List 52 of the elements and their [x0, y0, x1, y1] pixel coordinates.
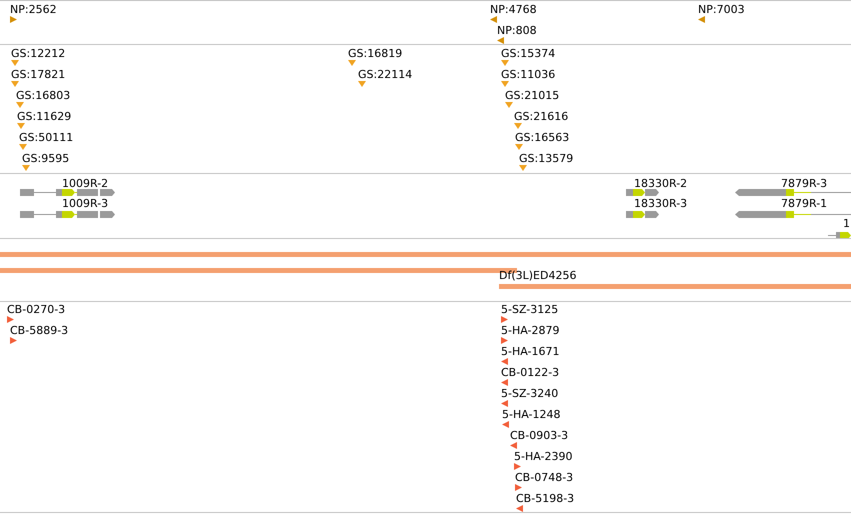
feature-label: GS:16563: [515, 132, 570, 143]
feature-label: CB-0270-3: [7, 304, 66, 315]
gene-label: 7879R-3: [781, 179, 828, 189]
down-triangle-icon: [16, 102, 24, 108]
feature-label: GS:50111: [19, 132, 74, 143]
down-triangle-icon: [514, 123, 522, 129]
feature-label: CB-0903-3: [510, 430, 568, 441]
feature-label: 5-SZ-3125: [501, 304, 558, 315]
feature-label: CB-5889-3: [10, 325, 68, 336]
feature-label: GS:9595: [22, 153, 70, 164]
down-triangle-icon: [17, 123, 25, 129]
feature-label: NP:2562: [10, 4, 57, 15]
feature-label: GS:12212: [11, 48, 66, 59]
feature-label: GS:15374: [501, 48, 556, 59]
down-triangle-icon: [519, 165, 527, 171]
down-triangle-icon: [19, 144, 27, 150]
down-triangle-icon: [22, 165, 30, 171]
feature-label: GS:17821: [11, 69, 66, 80]
feature-label: GS:11036: [501, 69, 556, 80]
down-triangle-icon: [348, 60, 356, 66]
feature-label: 5-SZ-3240: [501, 388, 558, 399]
gene-label: 18330R-3: [634, 199, 688, 209]
deficiency-label: Df(3L)ED4256: [499, 270, 576, 281]
feature-label: GS:16819: [348, 48, 402, 59]
down-triangle-icon: [11, 81, 19, 87]
feature-label: 5-HA-1248: [502, 409, 560, 420]
feature-label: CB-0748-3: [515, 472, 574, 483]
feature-label: GS:21015: [505, 90, 560, 101]
feature-label: GS:21616: [514, 111, 568, 122]
feature-label: 5-HA-1671: [501, 346, 560, 357]
gene-label: 18330R-2: [634, 179, 688, 189]
feature-label: CB-0122-3: [501, 367, 560, 378]
down-triangle-icon: [358, 81, 366, 87]
feature-label: GS:13579: [519, 153, 574, 164]
down-triangle-icon: [501, 81, 509, 87]
feature-label: NP:7003: [698, 4, 745, 15]
feature-label: 5-HA-2879: [501, 325, 560, 336]
down-triangle-icon: [11, 60, 19, 66]
gene-label: 1009R-2: [62, 179, 108, 189]
gene-label: 1: [843, 219, 850, 229]
down-triangle-icon: [515, 144, 523, 150]
feature-label: CB-5198-3: [516, 493, 574, 504]
feature-label: GS:11629: [17, 111, 72, 122]
gene-label: 1009R-3: [62, 199, 108, 209]
down-triangle-icon: [505, 102, 513, 108]
feature-label: 5-HA-2390: [514, 451, 572, 462]
feature-label: GS:22114: [358, 69, 412, 80]
feature-label: GS:16803: [16, 90, 70, 101]
gene-label: 7879R-1: [781, 199, 828, 209]
feature-label: NP:808: [497, 25, 537, 36]
feature-label: NP:4768: [490, 4, 537, 15]
down-triangle-icon: [501, 60, 509, 66]
